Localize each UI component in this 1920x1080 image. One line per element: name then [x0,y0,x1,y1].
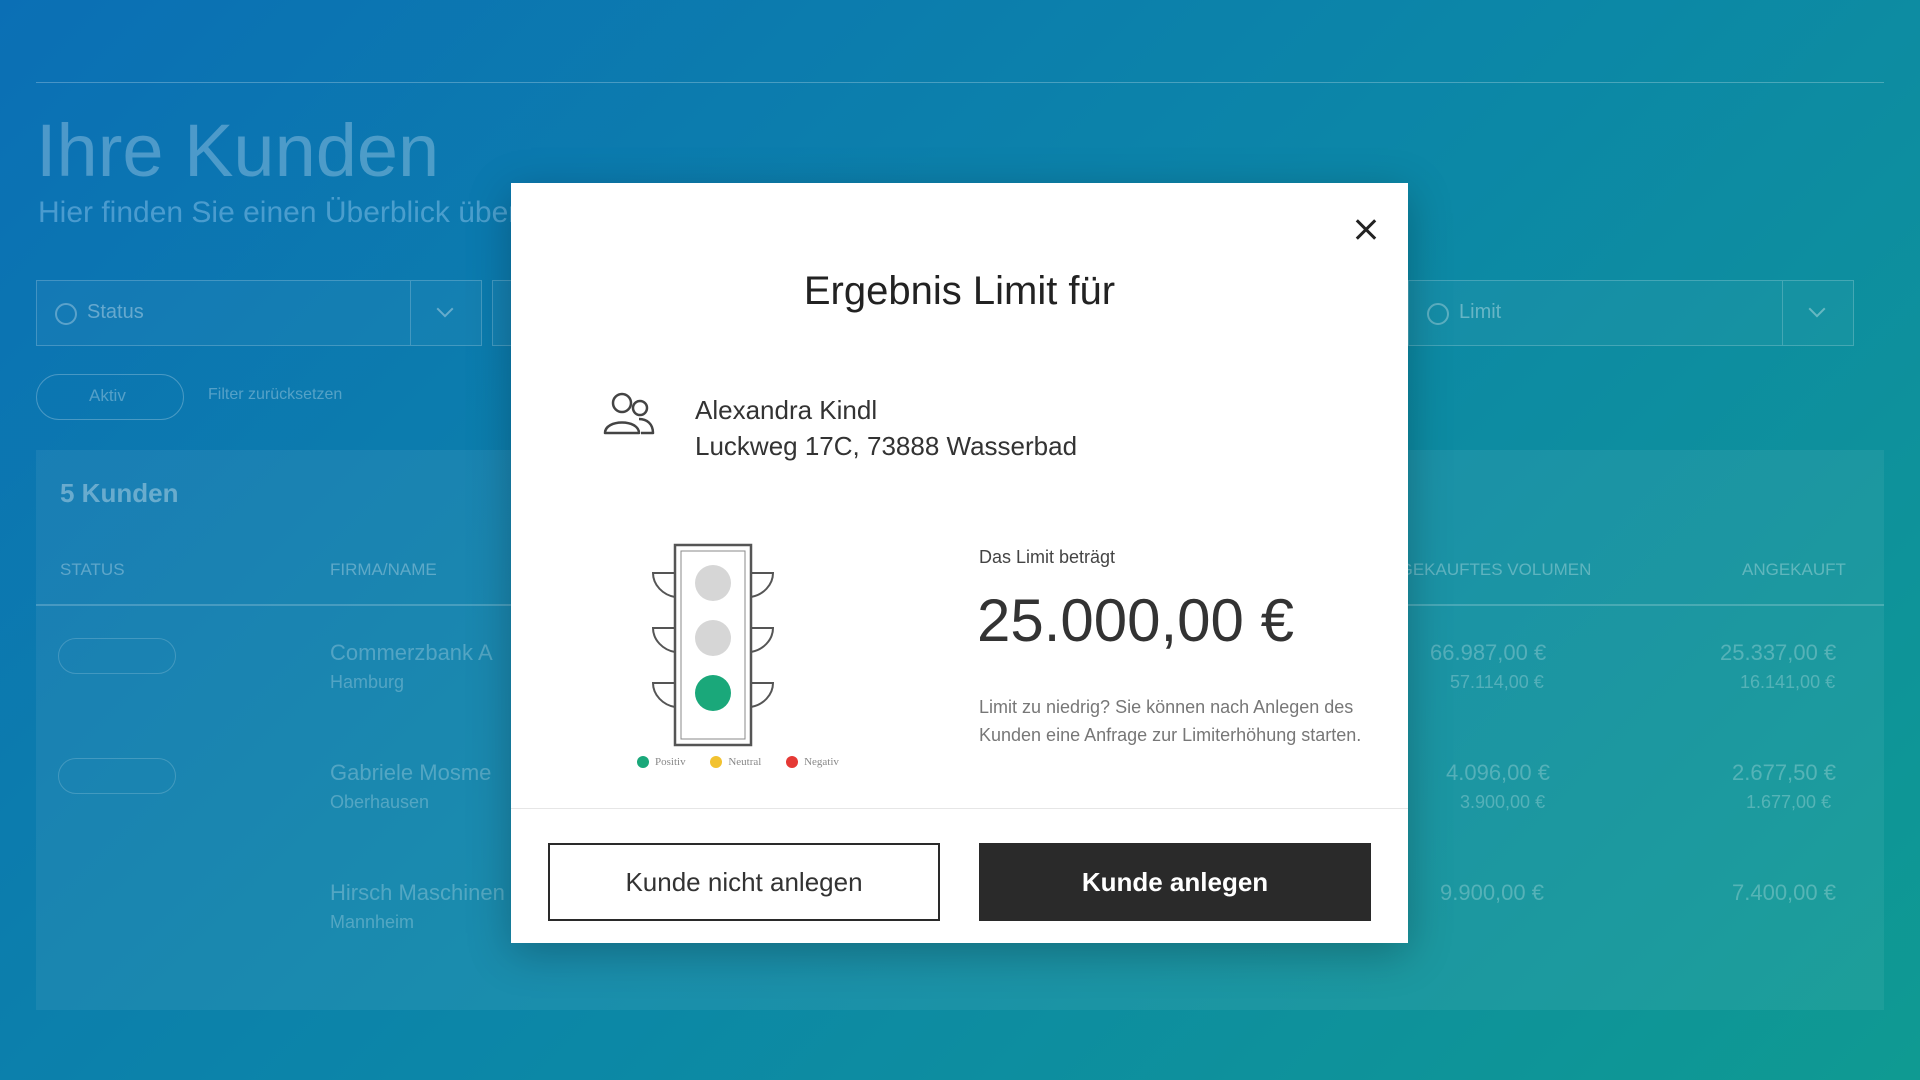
column-header-name[interactable]: FIRMA/NAME [330,560,437,580]
table-row-name[interactable]: Commerzbank A [330,640,493,666]
page-title: Ihre Kunden [36,109,440,192]
limit-icon [1427,303,1449,325]
traffic-light-middle [695,620,731,656]
create-customer-button[interactable]: Kunde anlegen [979,843,1371,921]
page-subtitle: Hier finden Sie einen Überblick über [38,196,519,229]
header-divider [36,82,1884,83]
legend-dot-positive [637,756,649,769]
traffic-light-icon [651,543,775,747]
table-row-volume: 66.987,00 € [1430,640,1547,665]
legend-dot-negative [786,756,799,769]
limit-hint: Limit zu niedrig? Sie können nach Anlege… [979,697,1362,745]
column-header-volume[interactable]: ANGEKAUFTES VOLUMEN [1376,560,1591,580]
legend-neutral: Neutral [728,756,762,769]
legend-positive: Positiv [655,756,686,769]
limit-amount: 25.000,00 € [977,587,1294,654]
customer-address: Luckweg 17C, 73888 Wasserbad [695,431,1078,461]
traffic-light-top [695,565,731,601]
column-header-purchased[interactable]: ANGEKAUFT [1742,560,1846,580]
traffic-light-legend: Positiv Neutral Negativ [637,756,861,769]
close-icon[interactable] [1344,207,1388,251]
dialog-footer-divider [511,808,1408,809]
table-row-sub: Hamburg [330,672,405,692]
limit-result-dialog: Ergebnis Limit für Alexandra Kindl Luckw… [511,183,1408,943]
table-row-volume: 4.096,00 € [1446,760,1550,785]
table-row-volume-sub: 57.114,00 € [1450,672,1544,692]
active-chip-label: Aktiv [89,386,126,405]
status-badge [58,758,176,794]
customer-count: 5 Kunden [60,478,179,508]
chevron-down-icon[interactable] [410,281,481,345]
column-header-status[interactable]: STATUS [60,560,125,580]
limit-filter[interactable]: Limit [1408,280,1854,346]
table-row-volume: 9.900,00 € [1440,880,1544,905]
customer-name: Alexandra Kindl [695,395,878,425]
reset-filter-link[interactable]: Filter zurücksetzen [208,386,342,404]
limit-label: Das Limit beträgt [979,547,1116,567]
legend-dot-neutral [710,756,723,769]
table-row-volume-sub: 3.900,00 € [1460,792,1546,812]
table-row-purchased-sub: 1.677,00 € [1746,792,1832,812]
cancel-button[interactable]: Kunde nicht anlegen [548,843,940,921]
table-row-purchased: 2.677,50 € [1732,760,1836,785]
traffic-light-bottom [695,675,731,711]
table-row-purchased: 25.337,00 € [1720,640,1837,665]
active-filter-chip[interactable]: Aktiv [36,374,184,420]
legend-negative: Negativ [804,756,839,769]
table-row-purchased: 7.400,00 € [1732,880,1836,905]
table-row-name[interactable]: Hirsch Maschinen [330,880,505,906]
table-row-purchased-sub: 16.141,00 € [1740,672,1836,692]
customers-icon [603,392,655,435]
table-row-sub: Oberhausen [330,792,430,812]
status-icon [55,303,77,325]
status-filter[interactable]: Status [36,280,482,346]
table-row-name[interactable]: Gabriele Mosme [330,760,491,786]
status-filter-label: Status [87,301,144,323]
limit-filter-label: Limit [1459,301,1502,323]
status-badge [58,638,176,674]
chevron-down-icon[interactable] [1782,281,1853,345]
dialog-title: Ergebnis Limit für [803,269,1116,313]
table-row-sub: Mannheim [330,912,415,932]
